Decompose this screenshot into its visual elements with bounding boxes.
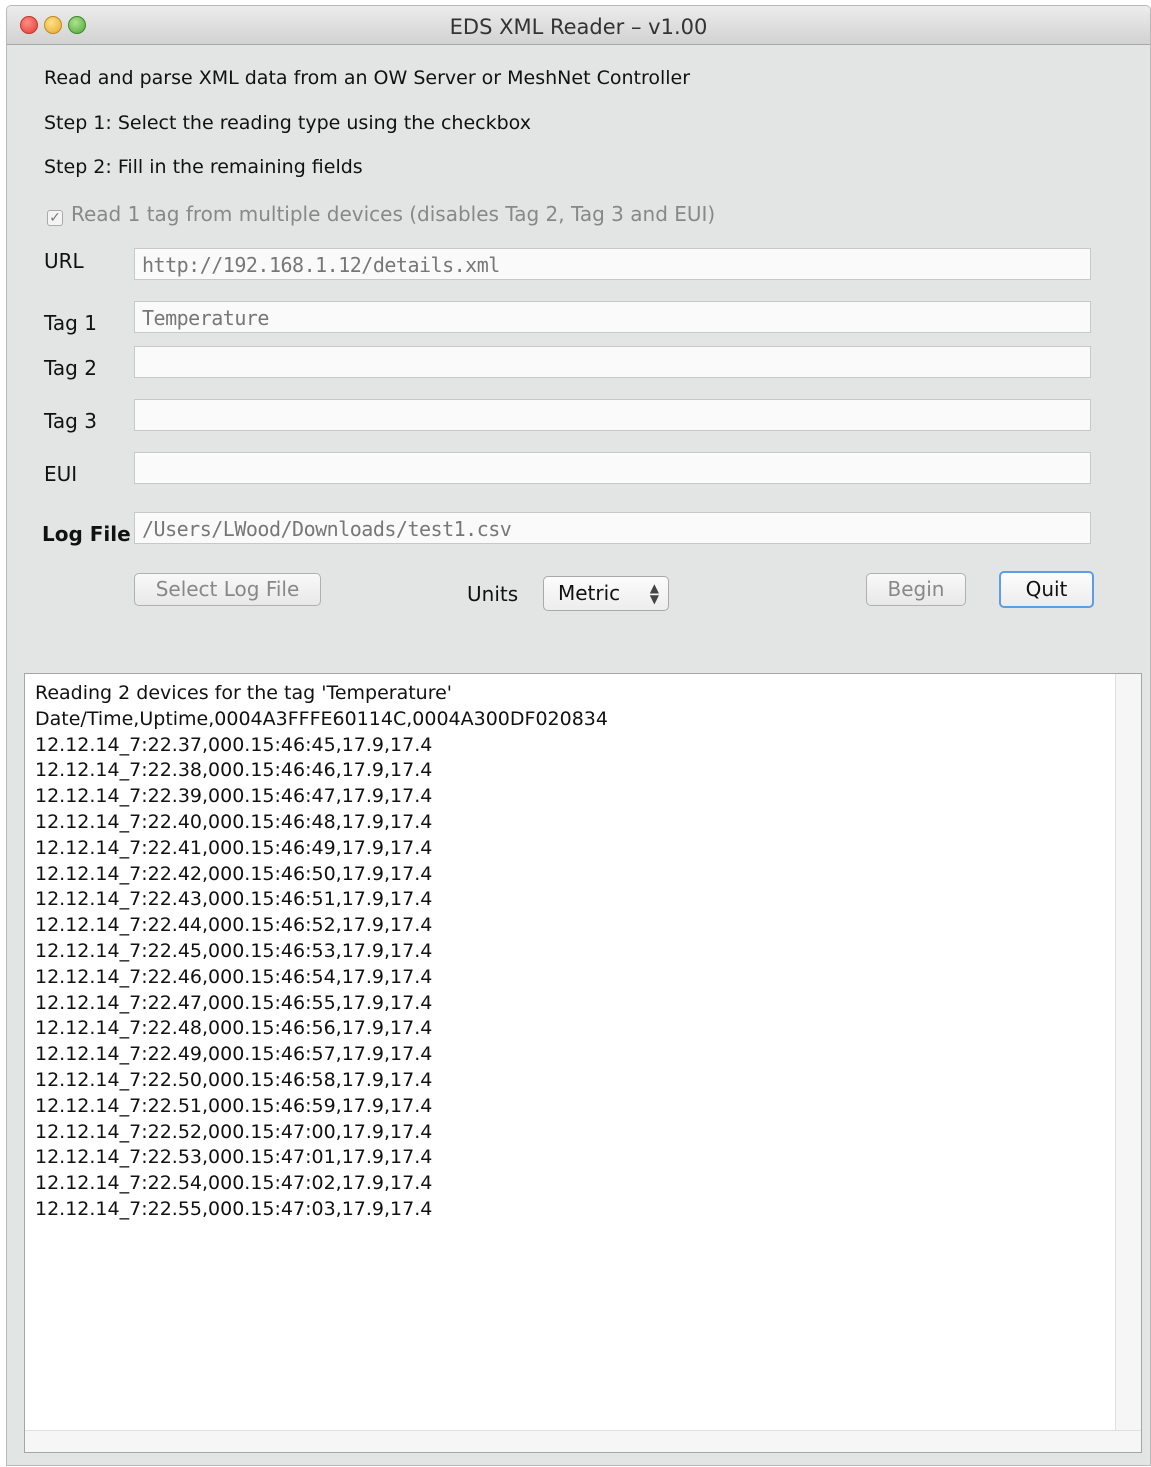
units-select[interactable]: Metric ▲ ▼ bbox=[543, 576, 669, 611]
log-line: 12.12.14_7:22.47,000.15:46:55,17.9,17.4 bbox=[35, 991, 433, 1014]
log-line: Date/Time,Uptime,0004A3FFFE60114C,0004A3… bbox=[35, 707, 608, 730]
tag1-label: Tag 1 bbox=[44, 311, 97, 335]
log-line: 12.12.14_7:22.42,000.15:46:50,17.9,17.4 bbox=[35, 862, 433, 885]
eui-label: EUI bbox=[44, 462, 78, 486]
url-label: URL bbox=[44, 249, 84, 273]
log-line: 12.12.14_7:22.51,000.15:46:59,17.9,17.4 bbox=[35, 1094, 433, 1117]
log-line: 12.12.14_7:22.39,000.15:46:47,17.9,17.4 bbox=[35, 785, 433, 808]
log-line: 12.12.14_7:22.53,000.15:47:01,17.9,17.4 bbox=[35, 1146, 433, 1169]
step1-text: Step 1: Select the reading type using th… bbox=[44, 112, 531, 134]
multi-device-checkbox[interactable]: ✓ bbox=[47, 210, 63, 226]
log-output-text: Reading 2 devices for the tag 'Temperatu… bbox=[35, 681, 608, 1223]
title-bar[interactable]: EDS XML Reader – v1.00 bbox=[7, 6, 1150, 45]
log-line: 12.12.14_7:22.49,000.15:46:57,17.9,17.4 bbox=[35, 1043, 433, 1066]
begin-button[interactable]: Begin bbox=[866, 573, 966, 606]
log-vertical-scrollbar[interactable] bbox=[1115, 674, 1141, 1452]
log-line: 12.12.14_7:22.38,000.15:46:46,17.9,17.4 bbox=[35, 759, 433, 782]
units-select-value: Metric bbox=[558, 581, 621, 605]
log-line: Reading 2 devices for the tag 'Temperatu… bbox=[35, 682, 453, 704]
log-line: 12.12.14_7:22.46,000.15:46:54,17.9,17.4 bbox=[35, 965, 433, 988]
log-file-field[interactable]: /Users/LWood/Downloads/test1.csv bbox=[134, 512, 1091, 544]
tag2-field[interactable] bbox=[134, 346, 1091, 378]
log-output-area[interactable]: Reading 2 devices for the tag 'Temperatu… bbox=[24, 673, 1142, 1453]
multi-device-checkbox-row[interactable]: ✓ Read 1 tag from multiple devices (disab… bbox=[47, 202, 715, 226]
intro-text: Read and parse XML data from an OW Serve… bbox=[44, 67, 691, 89]
multi-device-checkbox-label: Read 1 tag from multiple devices (disabl… bbox=[71, 202, 716, 226]
log-line: 12.12.14_7:22.43,000.15:46:51,17.9,17.4 bbox=[35, 888, 433, 911]
tag3-label: Tag 3 bbox=[44, 409, 97, 433]
eui-field[interactable] bbox=[134, 452, 1091, 484]
tag2-label: Tag 2 bbox=[44, 356, 97, 380]
log-horizontal-scrollbar[interactable] bbox=[25, 1430, 1141, 1452]
tag3-field[interactable] bbox=[134, 399, 1091, 431]
log-line: 12.12.14_7:22.48,000.15:46:56,17.9,17.4 bbox=[35, 1017, 433, 1040]
step2-text: Step 2: Fill in the remaining fields bbox=[44, 156, 363, 178]
log-line: 12.12.14_7:22.50,000.15:46:58,17.9,17.4 bbox=[35, 1068, 433, 1091]
log-line: 12.12.14_7:22.41,000.15:46:49,17.9,17.4 bbox=[35, 836, 433, 859]
log-line: 12.12.14_7:22.40,000.15:46:48,17.9,17.4 bbox=[35, 810, 433, 833]
log-line: 12.12.14_7:22.44,000.15:46:52,17.9,17.4 bbox=[35, 914, 433, 937]
log-line: 12.12.14_7:22.54,000.15:47:02,17.9,17.4 bbox=[35, 1172, 433, 1195]
log-line: 12.12.14_7:22.37,000.15:46:45,17.9,17.4 bbox=[35, 733, 433, 756]
log-line: 12.12.14_7:22.52,000.15:47:00,17.9,17.4 bbox=[35, 1120, 433, 1143]
log-line: 12.12.14_7:22.55,000.15:47:03,17.9,17.4 bbox=[35, 1197, 433, 1220]
window-title: EDS XML Reader – v1.00 bbox=[449, 15, 708, 39]
updown-chevron-icon: ▲ ▼ bbox=[649, 581, 659, 606]
url-field[interactable]: http://192.168.1.12/details.xml bbox=[134, 248, 1091, 280]
units-label: Units bbox=[467, 582, 519, 606]
log-line: 12.12.14_7:22.45,000.15:46:53,17.9,17.4 bbox=[35, 939, 433, 962]
quit-button[interactable]: Quit bbox=[999, 571, 1094, 608]
log-file-label: Log File bbox=[42, 522, 131, 546]
select-log-file-button[interactable]: Select Log File bbox=[134, 573, 321, 606]
app-window: EDS XML Reader – v1.00 Read and parse XM… bbox=[6, 5, 1151, 1466]
tag1-field[interactable]: Temperature bbox=[134, 301, 1091, 333]
